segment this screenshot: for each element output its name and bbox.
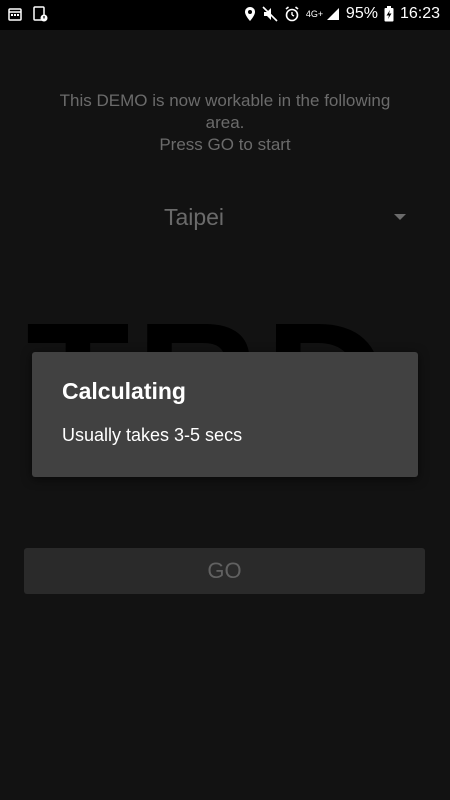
sim-alert-icon [32, 6, 48, 22]
battery-percent: 95% [345, 5, 378, 22]
info-line: area. [205, 113, 245, 132]
info-text: This DEMO is now workable in the followi… [30, 90, 420, 156]
mute-icon [262, 6, 278, 22]
location-icon [244, 6, 256, 22]
battery-charging-icon [384, 6, 394, 22]
4g-icon: 4G+ [305, 8, 324, 19]
info-line: This DEMO is now workable in the followi… [59, 91, 391, 110]
city-dropdown[interactable]: Taipei [24, 196, 420, 242]
city-dropdown-value: Taipei [163, 204, 225, 230]
dialog-message: Usually takes 3-5 secs [62, 425, 243, 445]
status-right-icons: 4G+ 95% 16:23 [244, 5, 440, 23]
clock: 16:23 [399, 5, 440, 22]
go-button[interactable]: GO [24, 548, 425, 594]
app-screen: 4G+ 95% 16:23 This DEMO is now workable … [0, 0, 450, 800]
info-line: Press GO to start [159, 135, 291, 154]
chevron-down-icon [394, 214, 406, 220]
calendar-icon [8, 7, 22, 21]
status-left-icons [8, 6, 48, 22]
dialog-title: Calculating [62, 378, 186, 404]
alarm-icon [284, 6, 300, 22]
progress-dialog: Calculating Usually takes 3-5 secs [32, 352, 418, 477]
signal-icon [326, 7, 340, 21]
status-bar: 4G+ 95% 16:23 [0, 0, 450, 30]
